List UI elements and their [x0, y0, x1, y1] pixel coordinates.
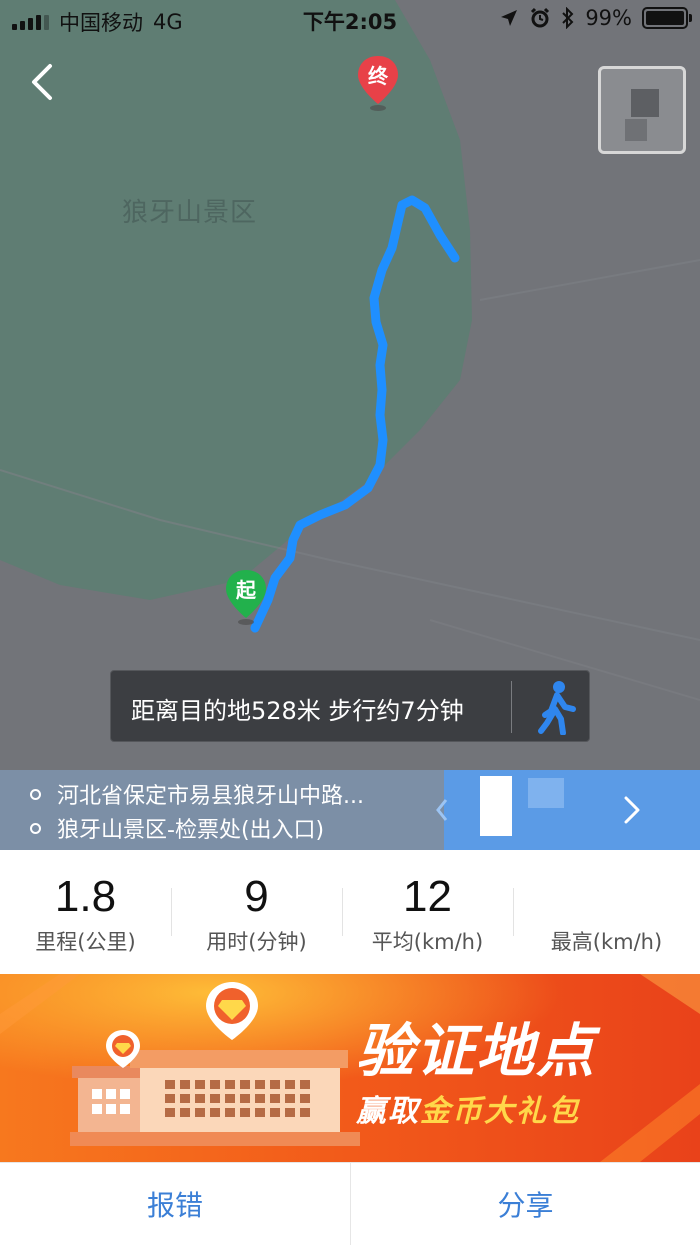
stat-value	[513, 872, 700, 924]
stat-average-speed: 12 平均(km/h)	[342, 850, 513, 974]
start-marker-label: 起	[236, 578, 256, 602]
bottom-actions: 报错 分享	[0, 1162, 700, 1245]
chevron-right-icon[interactable]	[620, 792, 644, 828]
end-address: 狼牙山景区-检票处(出入口)	[57, 818, 325, 843]
location-arrow-icon	[501, 10, 518, 26]
report-error-button[interactable]: 报错	[0, 1163, 350, 1245]
stat-label: 最高(km/h)	[550, 930, 663, 954]
alarm-icon	[531, 7, 550, 28]
start-dot-icon	[30, 788, 41, 800]
status-bar: 中国移动 4G 下午2:05 99%	[0, 0, 700, 40]
stat-value: 9	[244, 872, 269, 921]
stat-label: 里程(公里)	[35, 930, 136, 954]
walking-person-icon	[538, 681, 576, 736]
banner-subtitle-prefix: 赢取	[356, 1094, 420, 1129]
street-view-thumbnail[interactable]	[436, 770, 700, 850]
trip-stats: 1.8 里程(公里) 9 用时(分钟) 12 平均(km/h) 最高(km/h)	[0, 850, 700, 974]
start-marker[interactable]: 起	[224, 568, 268, 628]
battery-percent: 99%	[585, 6, 632, 30]
share-button[interactable]: 分享	[350, 1163, 700, 1245]
bluetooth-icon	[562, 7, 574, 29]
route-distance-text: 距离目的地528米 步行约7分钟	[131, 697, 464, 725]
divider	[511, 681, 512, 733]
map-terrain	[0, 0, 700, 701]
address-panel[interactable]: 河北省保定市易县狼牙山中路... 狼牙山景区-检票处(出入口)	[0, 770, 700, 850]
battery-icon	[642, 7, 692, 29]
avatar[interactable]	[598, 66, 686, 154]
end-dot-icon	[30, 822, 41, 834]
stat-value: 12	[403, 872, 452, 921]
start-address-row: 河北省保定市易县狼牙山中路...	[30, 778, 364, 810]
scenic-area-label: 狼牙山景区	[122, 198, 258, 228]
stat-distance: 1.8 里程(公里)	[0, 850, 171, 974]
stat-label: 用时(分钟)	[206, 930, 307, 954]
chevron-left-icon	[32, 64, 52, 100]
banner-subtitle-highlight: 金币大礼包	[420, 1094, 580, 1129]
end-address-row: 狼牙山景区-检票处(出入口)	[30, 812, 324, 844]
stat-duration: 9 用时(分钟)	[171, 850, 342, 974]
start-address: 河北省保定市易县狼牙山中路...	[57, 784, 364, 809]
stat-max-speed: 最高(km/h)	[513, 850, 700, 974]
banner-subtitle: 赢取金币大礼包	[356, 1086, 580, 1130]
stat-value: 1.8	[54, 872, 117, 921]
end-marker-label: 终	[368, 64, 388, 88]
chevron-left-icon	[436, 799, 448, 821]
back-button[interactable]	[22, 58, 66, 106]
route-info-bar: 距离目的地528米 步行约7分钟	[110, 670, 590, 742]
banner-title: 验证地点	[356, 1017, 597, 1085]
walk-mode-button[interactable]	[531, 679, 583, 736]
end-marker[interactable]: 终	[356, 54, 400, 114]
stat-label: 平均(km/h)	[371, 930, 484, 954]
promo-banner[interactable]: 验证地点 赢取金币大礼包	[0, 974, 700, 1162]
map-view[interactable]: 中国移动 4G 下午2:05 99% 狼牙山景区 终 起 距离目的地528米 步…	[0, 0, 700, 770]
